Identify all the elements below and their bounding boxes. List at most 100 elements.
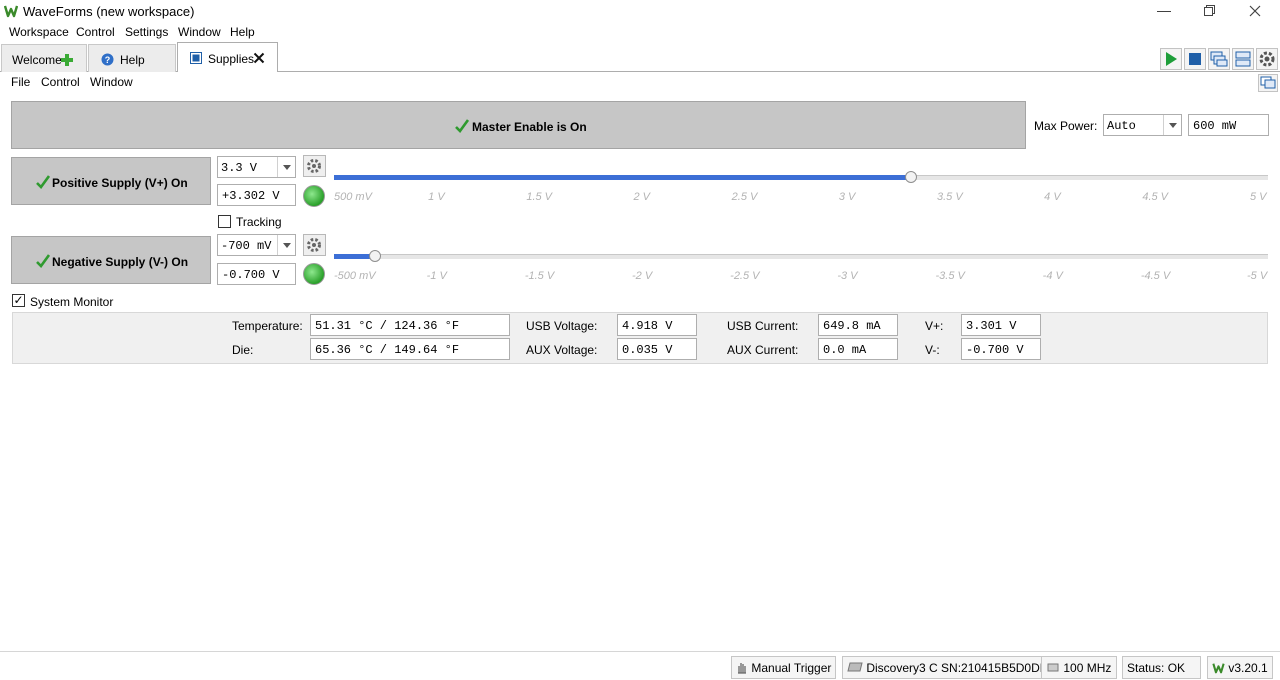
device-button[interactable]: Discovery3 C SN:210415B5D0DD [842, 656, 1061, 679]
menu-control[interactable]: Control [76, 25, 115, 39]
positive-options-button[interactable] [303, 155, 326, 177]
max-power-label: Max Power: [1034, 119, 1098, 133]
submenu-window[interactable]: Window [90, 75, 133, 89]
window-title: WaveForms (new workspace) [23, 4, 195, 19]
usb-voltage-value: 4.918 V [617, 314, 697, 336]
status-bar: Manual Trigger Discovery3 C SN:210415B5D… [0, 651, 1280, 680]
manual-trigger-button[interactable]: Manual Trigger [731, 656, 836, 679]
positive-tick-label: 2 V [633, 191, 651, 203]
negative-tick-label: -3 V [837, 270, 858, 282]
chip-icon [1047, 663, 1059, 672]
max-power-mode-value: Auto [1107, 119, 1136, 133]
positive-setpoint-value: 3.3 V [221, 161, 258, 175]
dock-window-button[interactable] [1258, 74, 1278, 92]
version-button[interactable]: v3.20.1 [1207, 656, 1273, 679]
tracking-checkbox[interactable] [218, 215, 231, 228]
chevron-down-icon [1163, 115, 1181, 135]
device-icon [847, 662, 863, 672]
clock-button[interactable]: 100 MHz [1041, 656, 1117, 679]
positive-tick-label: 1 V [428, 191, 445, 203]
tab-welcome[interactable]: Welcome [1, 44, 87, 72]
usb-voltage-label: USB Voltage: [526, 319, 598, 333]
negative-slider-handle[interactable] [369, 250, 382, 262]
positive-tick-label: 1.5 V [526, 191, 553, 203]
max-power-input[interactable]: 600 mW [1188, 114, 1269, 136]
aux-current-label: AUX Current: [727, 343, 799, 357]
check-icon [36, 175, 50, 189]
submenu-file[interactable]: File [11, 75, 30, 89]
run-button[interactable] [1160, 48, 1182, 70]
version-label: v3.20.1 [1228, 661, 1268, 675]
negative-tick-label: -2.5 V [730, 270, 760, 282]
negative-setpoint-select[interactable]: -700 mV [217, 234, 296, 256]
max-power-mode-select[interactable]: Auto [1103, 114, 1182, 136]
status-label: Status: OK [1127, 661, 1186, 675]
positive-reading: +3.302 V [217, 184, 296, 206]
tab-supplies-label: Supplies [208, 52, 255, 66]
supplies-icon [190, 52, 202, 64]
close-tab-icon[interactable] [253, 52, 265, 64]
waveforms-logo-icon [1212, 663, 1225, 674]
temperature-value: 51.31 °C / 124.36 °F [310, 314, 510, 336]
tab-help-label: Help [120, 53, 145, 67]
submenu-control[interactable]: Control [41, 75, 80, 89]
cascade-icon [1210, 51, 1228, 67]
menu-help[interactable]: Help [230, 25, 255, 39]
system-monitor-label: System Monitor [30, 295, 114, 309]
aux-current-value: 0.0 mA [818, 338, 898, 360]
positive-tick-label: 4.5 V [1142, 191, 1169, 203]
tab-welcome-label: Welcome [12, 53, 62, 67]
positive-tick-label: 3 V [838, 191, 856, 203]
gear-icon [307, 238, 321, 252]
menu-workspace[interactable]: Workspace [9, 25, 69, 39]
positive-tick-label: 3.5 V [937, 191, 963, 203]
vpos-label: V+: [925, 319, 944, 333]
positive-tick-label: 4 V [1044, 191, 1061, 203]
close-icon [1249, 5, 1261, 17]
add-icon[interactable] [60, 53, 74, 67]
negative-slider-track[interactable] [334, 254, 1268, 259]
negative-supply-button[interactable]: Negative Supply (V-) On [11, 236, 211, 284]
title-bar: WaveForms (new workspace) — [0, 0, 1280, 22]
vneg-value: -0.700 V [961, 338, 1041, 360]
die-value: 65.36 °C / 149.64 °F [310, 338, 510, 360]
gear-icon [307, 159, 321, 173]
close-window-button[interactable] [1232, 0, 1278, 22]
menu-window[interactable]: Window [178, 25, 221, 39]
positive-setpoint-select[interactable]: 3.3 V [217, 156, 296, 178]
tile-windows-button[interactable] [1232, 48, 1254, 70]
aux-voltage-label: AUX Voltage: [526, 343, 598, 357]
negative-tick-label: -5 V [1247, 270, 1268, 282]
tab-help[interactable]: ? Help [88, 44, 176, 72]
status-button[interactable]: Status: OK [1122, 656, 1201, 679]
positive-status-led [303, 185, 325, 207]
system-monitor-checkbox[interactable]: ✓ [12, 294, 25, 307]
positive-slider-fill [334, 175, 912, 180]
positive-tick-label: 5 V [1250, 191, 1267, 203]
menu-settings[interactable]: Settings [125, 25, 168, 39]
negative-tick-label: -2 V [632, 270, 653, 282]
negative-tick-label: -500 mV [334, 270, 376, 282]
restore-icon [1203, 5, 1215, 16]
chevron-down-icon [277, 157, 295, 177]
stop-button[interactable] [1184, 48, 1206, 70]
hand-icon [738, 663, 746, 674]
gear-icon [1259, 51, 1275, 67]
tab-supplies[interactable]: Supplies [177, 42, 278, 72]
master-enable-button[interactable]: Master Enable is On [11, 101, 1026, 149]
dock-icon [1260, 76, 1276, 89]
negative-tick-label: -4 V [1042, 270, 1063, 282]
negative-status-led [303, 263, 325, 285]
settings-button[interactable] [1256, 48, 1278, 70]
minimize-button[interactable]: — [1141, 0, 1187, 22]
temperature-label: Temperature: [232, 319, 303, 333]
positive-tick-label: 500 mV [334, 191, 372, 203]
aux-voltage-value: 0.035 V [617, 338, 697, 360]
cascade-windows-button[interactable] [1208, 48, 1230, 70]
positive-supply-button[interactable]: Positive Supply (V+) On [11, 157, 211, 205]
positive-slider-handle[interactable] [905, 171, 918, 183]
negative-tick-label: -4.5 V [1140, 270, 1171, 282]
restore-button[interactable] [1186, 0, 1232, 22]
die-label: Die: [232, 343, 254, 357]
negative-options-button[interactable] [303, 234, 326, 256]
